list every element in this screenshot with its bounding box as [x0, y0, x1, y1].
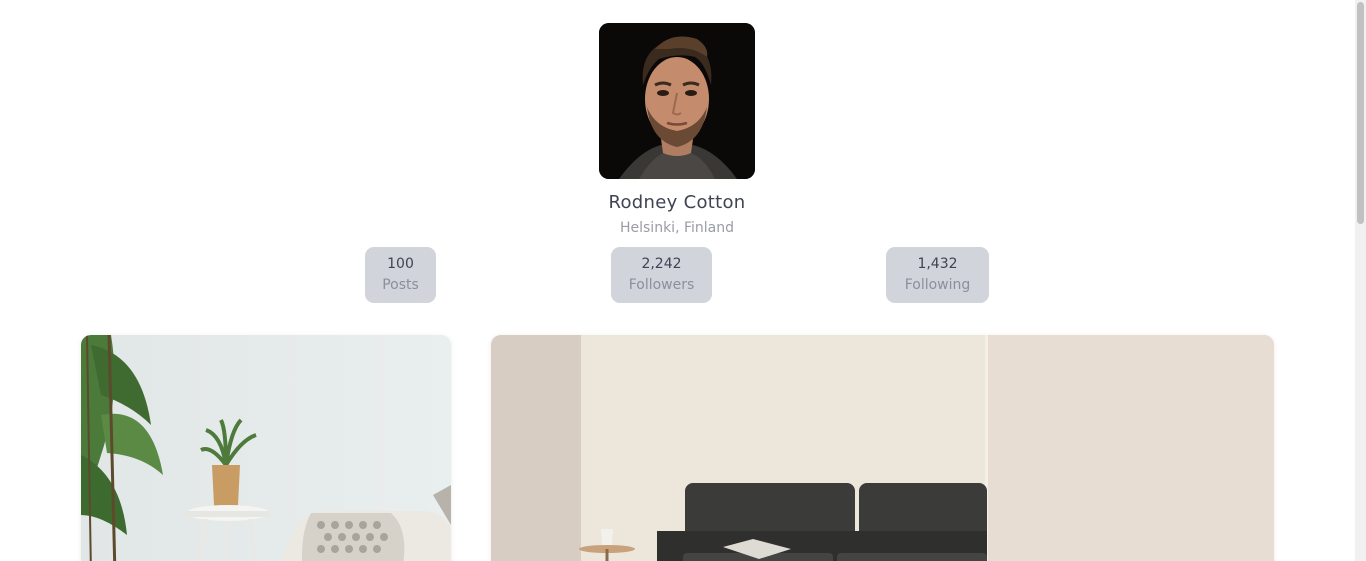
stat-posts-value: 100: [387, 256, 414, 272]
stat-posts-label: Posts: [382, 277, 419, 293]
avatar: [599, 23, 755, 179]
stat-following[interactable]: 1,432 Following: [886, 247, 989, 303]
scrollbar-thumb[interactable]: [1357, 2, 1364, 224]
stat-posts[interactable]: 100 Posts: [365, 247, 436, 303]
post-photo[interactable]: [491, 335, 1274, 561]
stat-followers-value: 2,242: [641, 256, 682, 272]
stat-following-label: Following: [904, 277, 971, 293]
stat-followers-label: Followers: [628, 277, 695, 293]
avatar-image: [599, 23, 755, 179]
profile-name: Rodney Cotton: [608, 192, 746, 213]
vertical-scrollbar[interactable]: [1355, 0, 1366, 561]
stat-following-value: 1,432: [917, 256, 958, 272]
post-photo[interactable]: [81, 335, 451, 561]
profile-location: Helsinki, Finland: [619, 220, 734, 236]
post-image-sofa: [491, 335, 1274, 561]
post-image-plant: [81, 335, 451, 561]
profile-page: Rodney Cotton Helsinki, Finland 100 Post…: [0, 0, 1366, 561]
stat-followers[interactable]: 2,242 Followers: [611, 247, 712, 303]
